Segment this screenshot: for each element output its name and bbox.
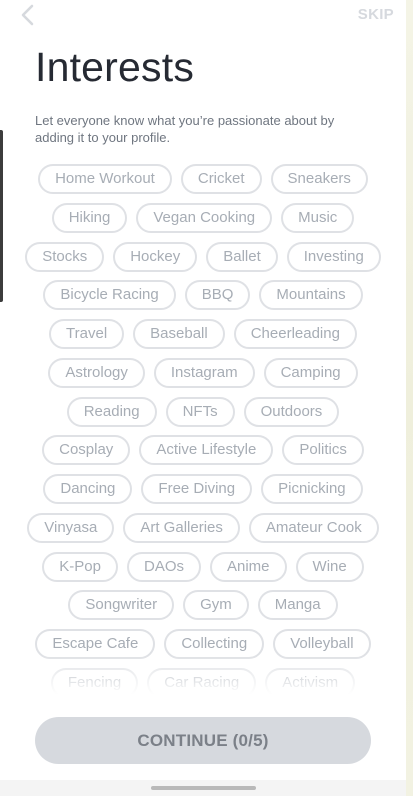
interest-row: Astrology Instagram Camping [0,357,406,388]
interest-chip-dancing[interactable]: Dancing [43,474,133,504]
interest-chip-bbq[interactable]: BBQ [184,280,251,311]
interest-chip-vinyasa[interactable]: Vinyasa [27,512,115,543]
home-indicator[interactable] [151,786,256,790]
interest-chip-nfts[interactable]: NFTs [165,396,235,427]
interest-chip-amateur-cook[interactable]: Amateur Cook [248,512,379,543]
interest-chip-hiking[interactable]: Hiking [51,202,128,233]
interest-row: Bicycle Racing BBQ Mountains [0,280,406,311]
interest-chip-sneakers[interactable]: Sneakers [270,164,368,194]
continue-button[interactable]: CONTINUE (0/5) [35,717,371,764]
interest-chip-art-galleries[interactable]: Art Galleries [123,512,240,543]
interest-chip-activism[interactable]: Activism [265,667,356,698]
interest-chip-volleyball[interactable]: Volleyball [273,629,371,659]
page-subtitle: Let everyone know what you’re passionate… [35,113,335,145]
interest-chip-instagram[interactable]: Instagram [153,357,255,388]
top-bar: SKIP [0,0,406,32]
interest-chip-escape-cafe[interactable]: Escape Cafe [35,629,156,659]
back-button[interactable] [14,2,40,28]
interest-chip-ballet[interactable]: Ballet [206,241,278,272]
interest-chip-travel[interactable]: Travel [49,319,125,349]
interest-chip-songwriter[interactable]: Songwriter [68,590,175,621]
interest-chip-daos[interactable]: DAOs [126,551,201,582]
interest-chip-active-lifestyle[interactable]: Active Lifestyle [139,435,274,466]
interest-chip-stocks[interactable]: Stocks [25,241,105,272]
interest-chip-investing[interactable]: Investing [286,241,381,272]
interest-row: Vinyasa Art Galleries Amateur Cook [0,512,406,543]
interest-row: Fencing Car Racing Activism [0,667,406,698]
interest-row: Songwriter Gym Manga [0,590,406,621]
interest-chip-astrology[interactable]: Astrology [48,357,145,388]
interest-row: Hiking Vegan Cooking Music [0,202,406,233]
interest-chip-politics[interactable]: Politics [282,435,364,466]
interest-row: Reading NFTs Outdoors [0,396,406,427]
background-edge [406,0,413,796]
interest-chip-bicycle-racing[interactable]: Bicycle Racing [43,280,176,311]
interest-chip-music[interactable]: Music [281,202,355,233]
interest-chip-anime[interactable]: Anime [210,551,287,582]
chevron-left-icon [21,4,34,26]
interest-row: Cosplay Active Lifestyle Politics [0,435,406,466]
interest-chip-gym[interactable]: Gym [183,590,249,621]
interest-row: Home Workout Cricket Sneakers [0,164,406,194]
interest-row: Travel Baseball Cheerleading [0,319,406,349]
interest-chip-cheerleading[interactable]: Cheerleading [233,319,357,349]
interest-chip-fencing[interactable]: Fencing [50,667,139,698]
interest-chip-picnicking[interactable]: Picnicking [261,474,363,504]
interest-chip-free-diving[interactable]: Free Diving [141,474,253,504]
interest-chip-car-racing[interactable]: Car Racing [147,667,257,698]
interest-chip-home-workout[interactable]: Home Workout [38,164,172,194]
interest-chip-vegan-cooking[interactable]: Vegan Cooking [136,202,273,233]
interest-chip-mountains[interactable]: Mountains [259,280,363,311]
skip-button[interactable]: SKIP [358,6,394,23]
interest-chip-collecting[interactable]: Collecting [164,629,265,659]
interest-chip-cosplay[interactable]: Cosplay [42,435,131,466]
interest-row: Stocks Hockey Ballet Investing [0,241,406,272]
interest-chip-k-pop[interactable]: K-Pop [42,551,118,582]
interests-list: Home Workout Cricket Sneakers Hiking Vegan C… [0,164,406,707]
interest-chip-baseball[interactable]: Baseball [133,319,225,349]
interest-chip-hockey[interactable]: Hockey [113,241,198,272]
page-title: Interests [35,44,195,90]
interest-chip-wine[interactable]: Wine [295,551,364,582]
interest-chip-outdoors[interactable]: Outdoors [243,396,340,427]
interest-row: Dancing Free Diving Picnicking [0,474,406,504]
interest-row: K-Pop DAOs Anime Wine [0,551,406,582]
interest-row: Escape Cafe Collecting Volleyball [0,629,406,659]
interest-chip-cricket[interactable]: Cricket [180,164,262,194]
interest-chip-camping[interactable]: Camping [263,357,358,388]
interest-chip-manga[interactable]: Manga [257,590,338,621]
interest-chip-reading[interactable]: Reading [66,396,157,427]
